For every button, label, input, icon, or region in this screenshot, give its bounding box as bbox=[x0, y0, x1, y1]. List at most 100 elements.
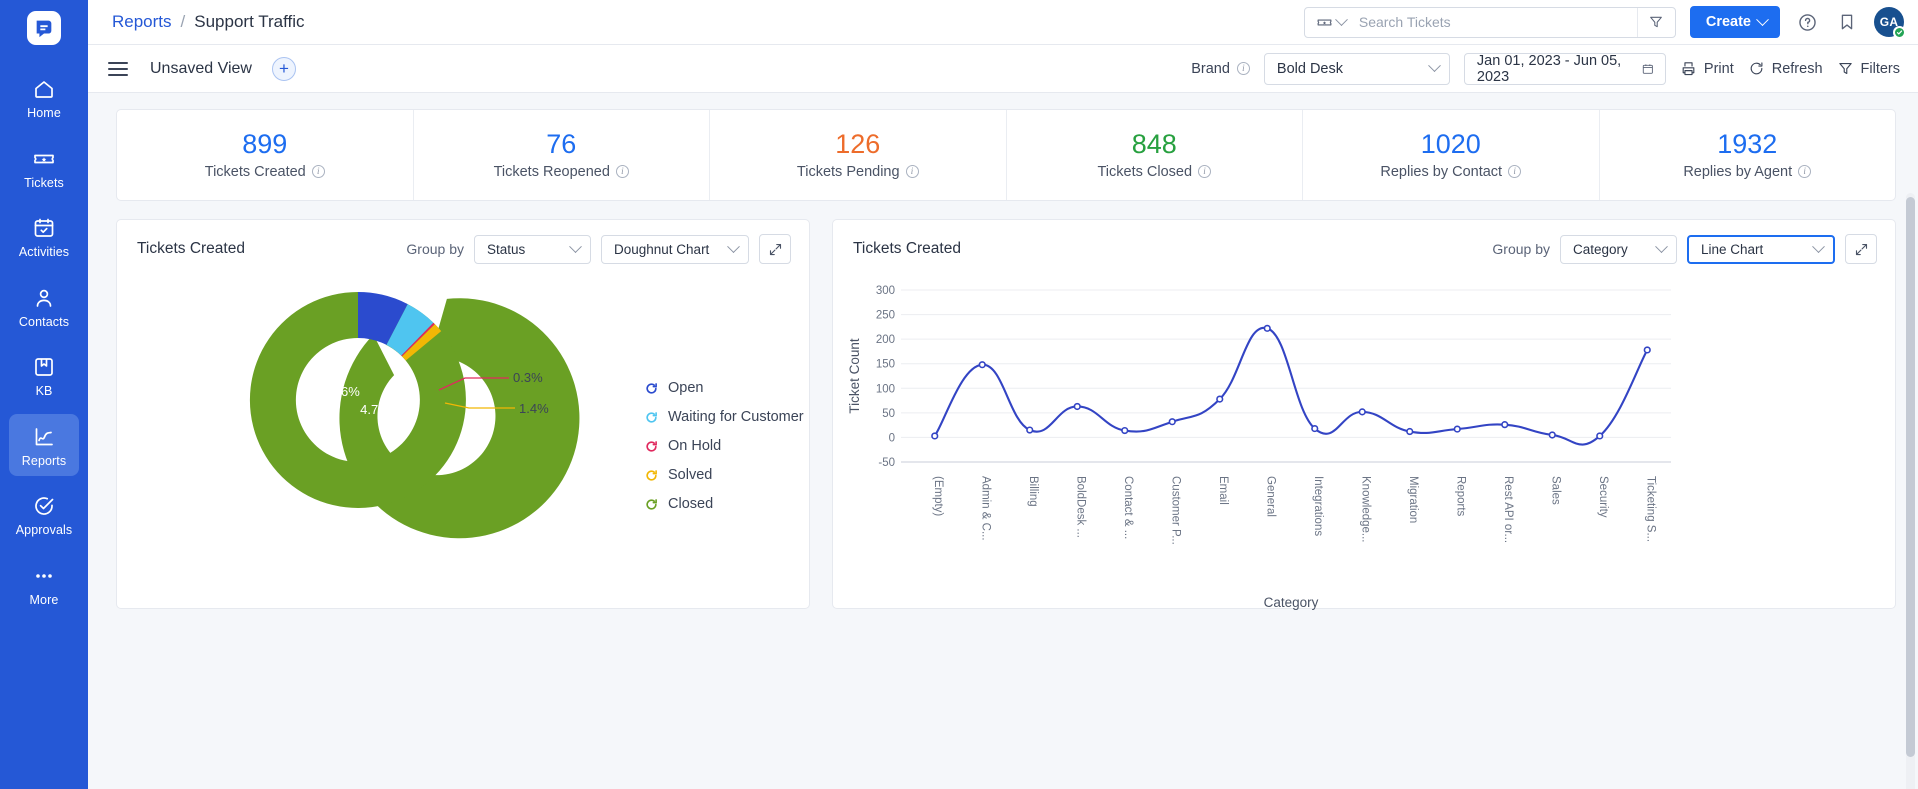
filters-button[interactable]: Filters bbox=[1837, 60, 1900, 77]
legend-item-open[interactable]: Open bbox=[645, 380, 804, 396]
sidebar-item-activities[interactable]: Activities bbox=[9, 205, 79, 268]
x-axis-tick-label: Security bbox=[1597, 476, 1609, 518]
chart-type-select[interactable]: Line Chart bbox=[1687, 234, 1835, 264]
sidebar-item-label: Reports bbox=[21, 453, 67, 468]
chevron-down-icon bbox=[727, 239, 740, 253]
group-by-select[interactable]: Status bbox=[474, 234, 591, 264]
group-by-select[interactable]: Category bbox=[1560, 234, 1677, 264]
person-icon bbox=[36, 289, 52, 307]
info-icon[interactable]: i bbox=[1798, 165, 1812, 178]
legend-item-solved[interactable]: Solved bbox=[645, 467, 804, 483]
y-axis-tick-label: 250 bbox=[876, 310, 895, 322]
calendar-check-icon bbox=[34, 218, 54, 237]
y-axis-tick-label: 300 bbox=[876, 285, 895, 297]
y-axis-tick-label: 50 bbox=[882, 408, 895, 420]
data-point-marker[interactable] bbox=[1216, 395, 1224, 403]
help-circle-icon bbox=[1798, 13, 1816, 31]
data-point-marker[interactable] bbox=[1596, 432, 1604, 440]
chevron-down-icon bbox=[1428, 59, 1441, 73]
sidebar-item-more[interactable]: More bbox=[9, 553, 79, 616]
donut-label-onhold: 0.3% bbox=[513, 370, 543, 385]
info-icon[interactable]: i bbox=[1236, 62, 1250, 75]
data-point-marker[interactable] bbox=[1263, 324, 1271, 332]
sidebar-item-home[interactable]: Home bbox=[9, 66, 79, 129]
info-icon[interactable]: i bbox=[1198, 165, 1212, 178]
chevron-down-icon bbox=[1812, 239, 1825, 253]
search-filter-button[interactable] bbox=[1636, 7, 1675, 37]
x-axis-tick-label: BoldDesk ... bbox=[1074, 476, 1086, 538]
create-button[interactable]: Create bbox=[1689, 6, 1780, 38]
sidebar-item-kb[interactable]: KB bbox=[9, 344, 79, 407]
kpi-label-group: Tickets Pending i bbox=[797, 164, 919, 180]
data-point-marker[interactable] bbox=[1406, 427, 1414, 436]
y-axis-ticks: 300 250 200 150 100 50 0 -50 bbox=[876, 285, 895, 469]
data-point-marker[interactable] bbox=[1501, 421, 1509, 429]
legend-item-waiting-for-customer[interactable]: Waiting for Customer bbox=[645, 409, 804, 425]
data-point-marker[interactable] bbox=[1453, 425, 1461, 433]
search-input[interactable] bbox=[1354, 7, 1637, 37]
data-point-marker[interactable] bbox=[1358, 408, 1366, 416]
avatar[interactable]: GA bbox=[1874, 7, 1906, 39]
brand-select[interactable]: Bold Desk bbox=[1263, 52, 1450, 85]
info-icon[interactable]: i bbox=[311, 165, 325, 178]
search-scope-dropdown[interactable] bbox=[1305, 8, 1355, 37]
data-point-marker[interactable] bbox=[978, 361, 986, 369]
date-range-picker[interactable]: Jan 01, 2023 - Jun 05, 2023 bbox=[1463, 52, 1666, 85]
line-series bbox=[933, 327, 1649, 446]
sidebar-item-approvals[interactable]: Approvals bbox=[9, 483, 79, 546]
chart-type-select[interactable]: Doughnut Chart bbox=[601, 234, 749, 264]
kpi-value: 1932 bbox=[1717, 128, 1778, 159]
chevron-down-icon bbox=[1655, 239, 1668, 253]
data-point-marker[interactable] bbox=[1121, 426, 1129, 435]
kpi-label: Tickets Closed bbox=[1097, 163, 1193, 180]
legend-item-on-hold[interactable]: On Hold bbox=[645, 438, 804, 454]
add-view-button[interactable]: + bbox=[271, 56, 296, 81]
app-logo[interactable] bbox=[0, 0, 88, 56]
sidebar-item-reports[interactable]: Reports bbox=[9, 413, 79, 476]
group-by-label: Group by bbox=[406, 241, 464, 257]
print-button[interactable]: Print bbox=[1680, 60, 1734, 77]
breadcrumb-reports-link[interactable]: Reports bbox=[112, 12, 172, 32]
data-point-marker[interactable] bbox=[1026, 426, 1034, 434]
y-axis-tick-label: -50 bbox=[878, 457, 895, 469]
x-axis-title: Category bbox=[1264, 595, 1319, 610]
data-point-marker[interactable] bbox=[1168, 418, 1176, 426]
page-scrollbar-thumb[interactable] bbox=[1906, 197, 1915, 757]
data-point-marker[interactable] bbox=[1548, 431, 1556, 439]
primary-navigation-rail: Home Tickets Activities Contacts KB Repo bbox=[0, 0, 88, 789]
funnel-icon bbox=[1650, 16, 1663, 28]
search-box bbox=[1303, 6, 1676, 38]
panel-controls: Group by Category Line Chart bbox=[1492, 234, 1877, 264]
bookmark-icon bbox=[1841, 14, 1853, 30]
doughnut-legend: Open Waiting for Customer On Hold Solved… bbox=[645, 380, 804, 512]
hamburger-icon[interactable] bbox=[108, 61, 128, 76]
line-chart[interactable]: 300 250 200 150 100 50 0 -50 (Empty) Admin & C..… bbox=[833, 272, 1688, 617]
expand-button[interactable] bbox=[759, 234, 791, 264]
y-axis-tick-label: 100 bbox=[876, 383, 895, 395]
y-axis-tick-label: 0 bbox=[889, 432, 895, 444]
create-button-label: Create bbox=[1705, 14, 1751, 30]
bookmark-button[interactable] bbox=[1834, 9, 1860, 35]
chart-type-value: Line Chart bbox=[1701, 241, 1764, 257]
data-point-marker[interactable] bbox=[1073, 402, 1081, 411]
data-point-marker[interactable] bbox=[1311, 424, 1319, 433]
help-button[interactable] bbox=[1794, 9, 1820, 35]
panel-controls: Group by Status Doughnut Chart bbox=[406, 234, 791, 264]
y-axis-tick-label: 200 bbox=[876, 334, 895, 346]
kpi-label-group: Tickets Reopened i bbox=[494, 164, 629, 180]
data-point-markers[interactable] bbox=[931, 324, 1651, 440]
data-point-marker[interactable] bbox=[1643, 346, 1651, 354]
x-axis-tick-label: Sales bbox=[1549, 476, 1561, 505]
sidebar-item-tickets[interactable]: Tickets bbox=[9, 136, 79, 199]
data-point-marker[interactable] bbox=[931, 432, 939, 440]
expand-button[interactable] bbox=[1845, 234, 1877, 264]
legend-item-closed[interactable]: Closed bbox=[645, 496, 804, 512]
info-icon[interactable]: i bbox=[615, 165, 629, 178]
view-name: Unsaved View bbox=[150, 59, 252, 77]
refresh-button[interactable]: Refresh bbox=[1748, 60, 1823, 77]
ticket-icon bbox=[34, 154, 54, 163]
info-icon[interactable]: i bbox=[1508, 165, 1522, 178]
sidebar-item-contacts[interactable]: Contacts bbox=[9, 275, 79, 338]
info-icon[interactable]: i bbox=[905, 165, 919, 178]
x-axis-tick-label: Reports bbox=[1454, 476, 1466, 517]
